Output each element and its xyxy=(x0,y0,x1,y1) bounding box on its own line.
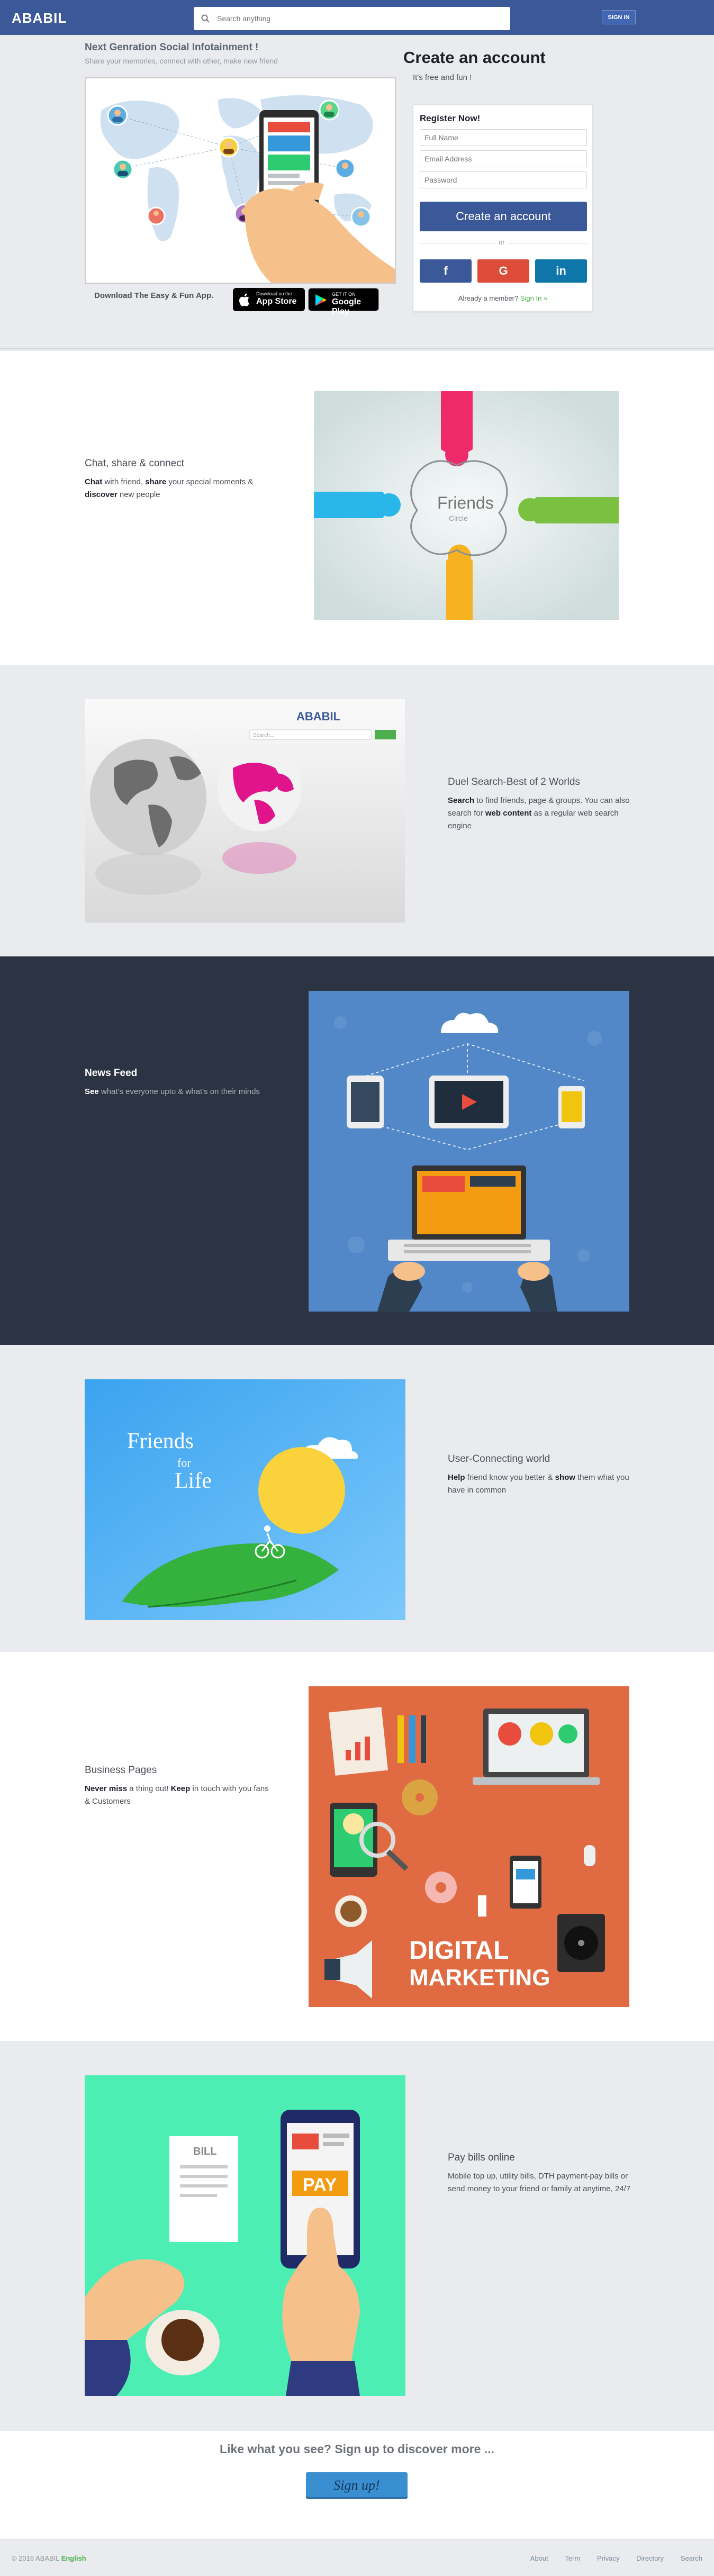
desc-bold: Help xyxy=(448,1473,465,1482)
footer-link-term[interactable]: Term xyxy=(565,2554,580,2562)
dual-search-image: ABABIL Search... xyxy=(85,699,405,923)
desc-text: with friend, xyxy=(102,477,146,486)
cta-text: Like what you see? Sign up to discover m… xyxy=(220,2442,494,2456)
footer-link-about[interactable]: About xyxy=(530,2554,548,2562)
marketing-text: MARKETING xyxy=(409,1965,550,1991)
image-life-text: Life xyxy=(175,1469,212,1493)
feature-title: Chat, share & connect xyxy=(85,458,184,469)
friends-circle-subtext: Circle xyxy=(449,514,468,522)
desc-bold: show xyxy=(555,1473,575,1482)
desc-bold: Never miss xyxy=(85,1784,128,1793)
already-member-label: Already a member? xyxy=(458,294,519,302)
footer-links: About Term Privacy Directory Search xyxy=(516,2554,702,2562)
create-account-heading: Create an account xyxy=(403,48,546,67)
copyright: © 2016 ABABIL English xyxy=(12,2554,86,2562)
feature-title: User-Connecting world xyxy=(448,1453,550,1465)
full-name-field[interactable] xyxy=(420,129,587,146)
desc-bold: discover xyxy=(85,490,118,499)
feature-description: Chat with friend, share your special mom… xyxy=(85,476,275,501)
linkedin-signup-button[interactable]: in xyxy=(535,259,587,283)
feature-title: Duel Search-Best of 2 Worlds xyxy=(448,776,580,788)
friends-for-life-image: Friends for Life xyxy=(85,1379,405,1620)
google-play-button[interactable]: GET IT ON Google Play xyxy=(308,288,379,316)
feature-description: Mobile top up, utility bills, DTH paymen… xyxy=(448,2170,638,2195)
bill-text: BILL xyxy=(193,2146,216,2157)
site-logo[interactable]: ABABIL xyxy=(12,10,67,26)
desc-bold: web content xyxy=(485,809,532,818)
pay-text: PAY xyxy=(303,2175,337,2195)
app-store-big-label: App Store xyxy=(256,297,297,306)
desc-text: a thing out! xyxy=(127,1784,171,1793)
email-field[interactable] xyxy=(420,150,587,167)
desc-bold: See xyxy=(85,1087,99,1096)
or-label: or xyxy=(495,238,508,246)
image-for-text: for xyxy=(177,1456,191,1469)
desc-text: Mobile top up, utility bills, DTH paymen… xyxy=(448,2172,631,2193)
feature-chat-section: Chat, share & connect Chat with friend, … xyxy=(0,351,714,665)
search-input[interactable] xyxy=(217,11,498,26)
news-feed-devices-image xyxy=(309,991,629,1312)
google-play-small-label: GET IT ON xyxy=(332,292,356,297)
password-field[interactable] xyxy=(420,171,587,188)
already-member-text: Already a member? Sign In » xyxy=(413,294,592,302)
hero-illustration xyxy=(85,77,396,284)
feature-title: Pay bills online xyxy=(448,2152,515,2163)
feature-description: Help friend know you better & show them … xyxy=(448,1471,638,1497)
desc-text: new people xyxy=(117,490,160,499)
google-play-icon xyxy=(315,294,327,306)
desc-bold: share xyxy=(145,477,167,486)
language-link[interactable]: English xyxy=(61,2554,86,2562)
apple-icon xyxy=(239,293,249,306)
desc-text: your special moments & xyxy=(166,477,254,486)
world-map-illustration xyxy=(86,78,395,283)
desc-text: friend know you better & xyxy=(465,1473,555,1482)
desc-text: what's everyone upto & what's on their m… xyxy=(98,1087,260,1096)
footer-link-directory[interactable]: Directory xyxy=(636,2554,664,2562)
app-store-small-label: Download on the xyxy=(256,291,292,296)
search-icon xyxy=(201,14,210,23)
sign-in-button[interactable]: SIGN IN xyxy=(602,10,636,24)
create-account-subheading: It's free and fun ! xyxy=(413,73,472,82)
sign-in-link[interactable]: Sign In » xyxy=(520,294,547,302)
footer-link-search[interactable]: Search xyxy=(681,2554,702,2562)
feature-title: Business Pages xyxy=(85,1765,157,1776)
search-mock-placeholder: Search... xyxy=(253,733,274,738)
top-navbar: ABABIL SIGN IN xyxy=(0,0,714,35)
desc-bold: Keep xyxy=(170,1784,191,1793)
digital-text: DIGITAL xyxy=(409,1937,509,1965)
feature-newsfeed-section: News Feed See what's everyone upto & wha… xyxy=(0,956,714,1345)
desc-bold: Chat xyxy=(85,477,103,486)
feature-description: See what's everyone upto & what's on the… xyxy=(85,1086,275,1098)
feature-search-section: ABABIL Search... Duel Search-Best of 2 W… xyxy=(0,665,714,956)
feature-connecting-section: Friends for Life User-Connecting world H… xyxy=(0,1345,714,1652)
feature-paybills-section: BILL PAY Pay bills online Mobile top up,… xyxy=(0,2041,714,2431)
search-mock-logo: ABABIL xyxy=(296,710,340,723)
digital-marketing-image: DIGITAL MARKETING xyxy=(309,1686,629,2007)
image-friends-text: Friends xyxy=(127,1429,194,1453)
hero-section: Next Genration Social Infotainment ! Sha… xyxy=(0,35,714,349)
copyright-text: © 2016 ABABIL xyxy=(12,2554,60,2562)
desc-bold: Search xyxy=(448,796,475,805)
sign-up-button[interactable]: Sign up! xyxy=(306,2472,408,2499)
feature-description: Never miss a thing out! Keep in touch wi… xyxy=(85,1783,275,1808)
download-text: Download The Easy & Fun App. xyxy=(94,291,214,300)
registration-card: Register Now! Create an account or f G i… xyxy=(413,104,593,312)
create-account-button[interactable]: Create an account xyxy=(420,202,587,231)
pay-bills-image: BILL PAY xyxy=(85,2075,405,2396)
facebook-signup-button[interactable]: f xyxy=(420,259,472,283)
register-title: Register Now! xyxy=(420,113,481,123)
feature-title: News Feed xyxy=(85,1068,138,1079)
search-bar[interactable] xyxy=(194,7,510,30)
google-play-big-label: Google Play xyxy=(332,297,361,316)
friends-circle-text: Friends xyxy=(437,493,494,512)
feature-description: Search to find friends, page & groups. Y… xyxy=(448,794,638,833)
hero-title: Next Genration Social Infotainment ! xyxy=(85,42,259,53)
footer: © 2016 ABABIL English About Term Privacy… xyxy=(0,2539,714,2576)
google-signup-button[interactable]: G xyxy=(477,259,529,283)
feature-business-section: Business Pages Never miss a thing out! K… xyxy=(0,1652,714,2041)
friends-circle-image: Friends Circle xyxy=(314,391,619,620)
app-store-button[interactable]: Download on the App Store xyxy=(233,288,305,311)
footer-link-privacy[interactable]: Privacy xyxy=(597,2554,620,2562)
hero-subtitle: Share your memories, connect with other,… xyxy=(85,57,278,65)
